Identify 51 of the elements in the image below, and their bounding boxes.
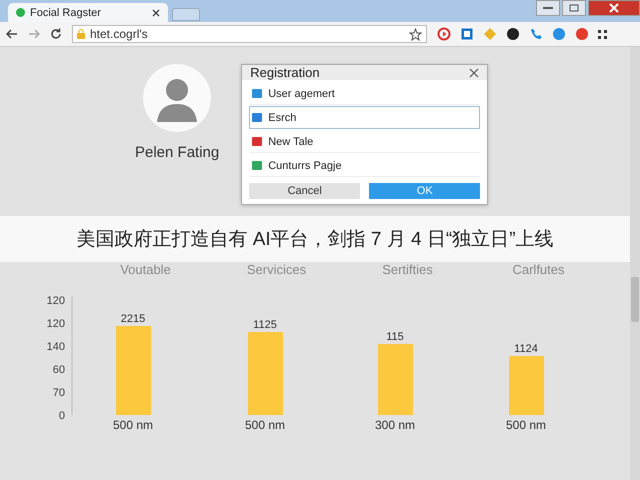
close-icon[interactable]: [469, 68, 480, 78]
axis-tick-label: 70: [52, 387, 65, 399]
value-label: 115: [386, 331, 404, 343]
site-icon: [16, 8, 25, 17]
value-label: 1124: [514, 343, 538, 355]
reload-icon[interactable]: [50, 28, 62, 40]
menu-item[interactable]: Esrch: [249, 106, 480, 129]
legend-label: Sertifties: [381, 262, 434, 279]
caption-banner: 美国政府正打造自有 AI平台，剑指 7 月 4 日“独立日”上线: [0, 216, 630, 262]
value-label: 1125: [253, 319, 277, 331]
maximize-button[interactable]: [562, 0, 586, 16]
scrollbar[interactable]: [630, 47, 640, 480]
minimize-icon: [543, 6, 553, 10]
maximize-icon: [569, 4, 579, 12]
browser-tab[interactable]: Focial Ragster: [8, 3, 168, 22]
value-label: 2215: [120, 313, 146, 325]
category-label: 500 nm: [112, 418, 154, 432]
close-icon: [609, 3, 619, 13]
menu-item[interactable]: New Tale: [249, 130, 480, 153]
axis-tick-label: 120: [46, 318, 65, 330]
avatar-silhouette: [143, 64, 212, 132]
category-label: 500 nm: [506, 418, 546, 432]
category-label: 500 nm: [244, 418, 286, 432]
menu-item[interactable]: Cunturrs Pagje: [249, 154, 480, 177]
category-label: 300 nm: [374, 418, 416, 432]
legend-label: Carlfutes: [511, 262, 566, 279]
legend-label: Servicices: [246, 262, 308, 279]
lock-icon: [77, 29, 85, 39]
dialog-title: Registration: [250, 65, 320, 80]
menu-item[interactable]: User agemert: [249, 82, 480, 105]
tab-title: Focial Ragster: [30, 6, 102, 18]
axis-tick-label: 60: [52, 364, 65, 376]
legend-label: Voutable: [119, 262, 172, 279]
menu-icon[interactable]: [598, 30, 607, 38]
axis-tick-label: 120: [46, 295, 65, 307]
star-icon[interactable]: [409, 28, 422, 40]
profile-name: Pelen Fating: [135, 144, 220, 161]
play-icon[interactable]: [437, 27, 451, 41]
close-icon[interactable]: [152, 8, 160, 16]
axis-tick-label: 140: [46, 341, 65, 353]
axis-tick-label: 0: [58, 410, 65, 422]
bar: [378, 344, 413, 415]
back-icon[interactable]: [6, 29, 18, 39]
minimize-button[interactable]: [536, 0, 560, 16]
address-bar[interactable]: htet.cogrl's: [72, 25, 427, 43]
circle-icon[interactable]: [506, 27, 520, 41]
close-button[interactable]: [588, 0, 640, 16]
bar: [509, 356, 544, 415]
square-icon[interactable]: [460, 27, 474, 41]
cancel-button[interactable]: Cancel: [249, 183, 360, 199]
phone-icon[interactable]: [529, 27, 543, 41]
